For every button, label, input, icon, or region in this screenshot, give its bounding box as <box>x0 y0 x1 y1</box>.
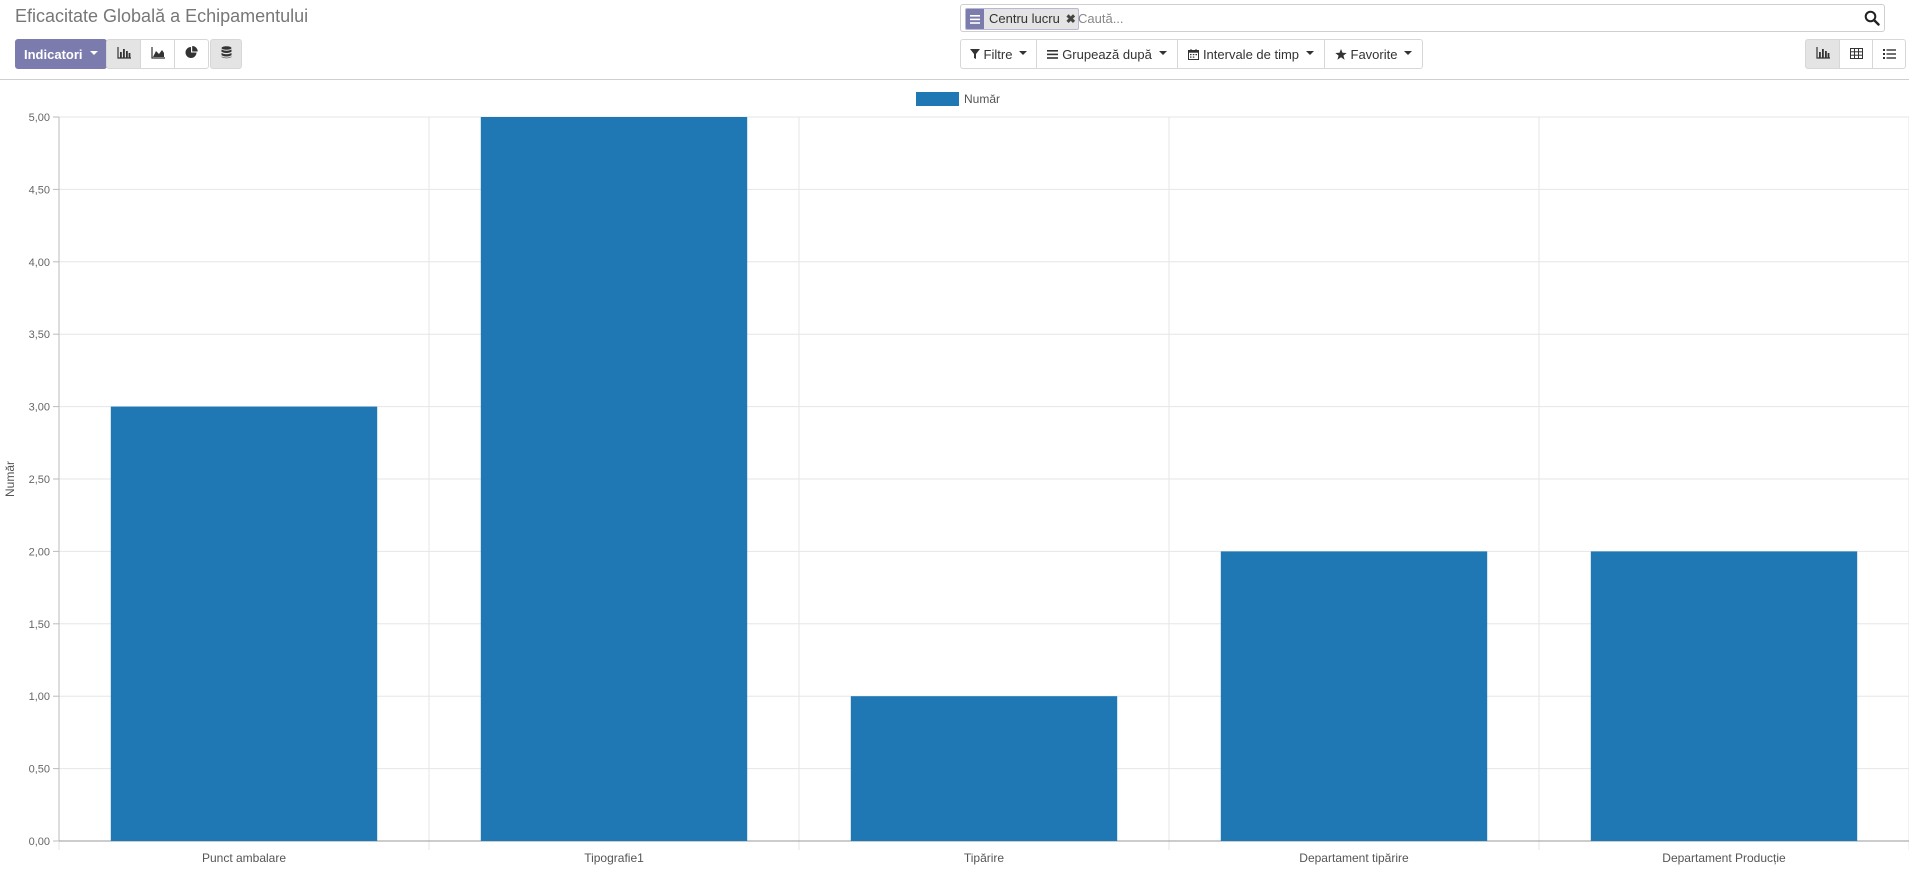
favorites-label: Favorite <box>1350 46 1398 62</box>
chevron-down-icon <box>89 51 98 55</box>
x-tick-label: Punct ambalare <box>202 851 286 865</box>
x-tick-label: Departament Producție <box>1662 851 1786 865</box>
database-icon <box>221 46 232 62</box>
chevron-down-icon <box>1158 51 1167 55</box>
group-by-icon <box>966 9 984 29</box>
y-tick-label: 4,00 <box>29 257 50 269</box>
bar-chart-icon <box>1815 46 1830 62</box>
pivot-view-button[interactable] <box>1839 39 1873 69</box>
bar-chart-icon <box>116 46 131 62</box>
y-tick-label: 4,50 <box>29 184 50 196</box>
chart-area: 0,00 0,50 1,00 1,50 2,00 2,50 3,00 3,50 4,00 4,50… <box>0 80 1909 877</box>
y-axis-label: Număr <box>3 461 17 497</box>
bar <box>1220 551 1488 841</box>
search-input[interactable] <box>1078 8 1838 28</box>
table-icon <box>1849 47 1863 62</box>
app-root: Eficacitate Globală a Echipamentului Ind… <box>0 0 1909 877</box>
filters-label: Filtre <box>983 46 1013 62</box>
x-tick-label: Tipografie1 <box>584 851 644 865</box>
y-tick-label: 2,50 <box>29 474 50 486</box>
stacked-toggle-button[interactable] <box>210 39 242 69</box>
page-title: Eficacitate Globală a Echipamentului <box>15 6 309 26</box>
facet-label: Centru lucru <box>984 9 1064 29</box>
chevron-down-icon <box>1306 51 1315 55</box>
calendar-icon <box>1187 48 1199 60</box>
line-chart-button[interactable] <box>140 39 175 69</box>
measures-dropdown-button[interactable]: Indicatori <box>15 39 107 69</box>
bar-chart-button[interactable] <box>106 39 141 69</box>
y-tick-label: 1,00 <box>29 691 50 703</box>
area-chart-icon <box>150 46 165 62</box>
close-icon[interactable]: ✖ <box>1064 9 1078 29</box>
time-ranges-button[interactable]: Intervale de timp <box>1177 39 1325 69</box>
y-tick-label: 2,00 <box>29 546 50 558</box>
legend-swatch <box>916 92 959 106</box>
y-tick-label: 3,50 <box>29 329 50 341</box>
graph-view-button[interactable] <box>1805 39 1840 69</box>
x-tick-label: Tipărire <box>964 851 1005 865</box>
group-by-button[interactable]: Grupează după <box>1036 39 1178 69</box>
control-panel: Eficacitate Globală a Echipamentului Ind… <box>0 0 1909 80</box>
x-tick-label: Departament tipărire <box>1299 851 1409 865</box>
bar <box>110 406 378 841</box>
star-icon <box>1334 48 1347 60</box>
pie-chart-button[interactable] <box>174 39 209 69</box>
y-tick-label: 0,00 <box>29 836 50 848</box>
search-box: Centru lucru ✖ <box>960 4 1885 32</box>
bar <box>850 696 1118 841</box>
filter-icon <box>969 49 980 59</box>
search-facet: Centru lucru ✖ <box>965 8 1079 30</box>
bars-icon <box>1047 49 1059 59</box>
y-tick-label: 5,00 <box>29 112 50 124</box>
search-icon[interactable] <box>1864 10 1880 26</box>
filters-button[interactable]: Filtre <box>960 39 1037 69</box>
chevron-down-icon <box>1019 51 1028 55</box>
legend-label: Număr <box>964 92 1000 106</box>
chevron-down-icon <box>1404 51 1413 55</box>
y-tick-label: 3,00 <box>29 402 50 414</box>
bar <box>480 117 748 841</box>
list-view-button[interactable] <box>1872 39 1906 69</box>
y-tick-label: 1,50 <box>29 619 50 631</box>
bar-chart: 0,00 0,50 1,00 1,50 2,00 2,50 3,00 3,50 4,00 4,50… <box>3 92 1909 865</box>
pie-chart-icon <box>185 46 198 62</box>
y-tick-label: 0,50 <box>29 764 50 776</box>
measures-label: Indicatori <box>24 46 83 62</box>
group-by-label: Grupează după <box>1062 46 1152 62</box>
favorites-button[interactable]: Favorite <box>1324 39 1423 69</box>
time-ranges-label: Intervale de timp <box>1202 46 1300 62</box>
bar <box>1590 551 1858 841</box>
list-icon <box>1882 47 1896 62</box>
